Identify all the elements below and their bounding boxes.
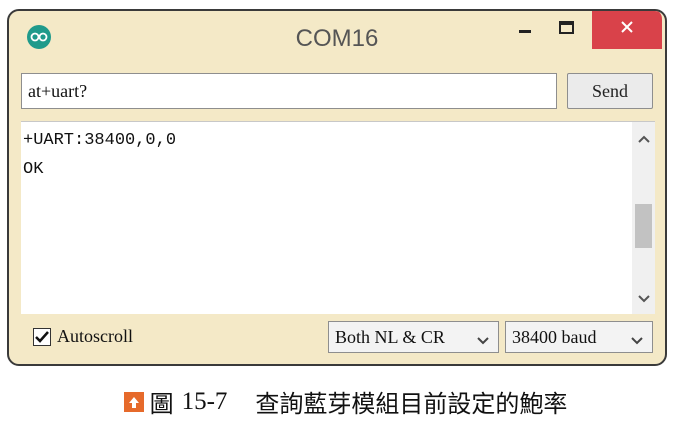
- send-button[interactable]: Send: [567, 73, 653, 109]
- line-ending-select[interactable]: Both NL & CR: [328, 321, 499, 353]
- autoscroll-label: Autoscroll: [57, 326, 133, 346]
- command-input[interactable]: [21, 73, 557, 109]
- vertical-scrollbar[interactable]: [632, 122, 655, 314]
- figure-caption: 圖 15-7 查詢藍芽模組目前設定的鮑率: [0, 384, 691, 419]
- chevron-down-icon: [637, 290, 650, 308]
- serial-output[interactable]: +UART:38400,0,0 OK: [21, 121, 655, 314]
- chevron-down-icon: [476, 331, 490, 345]
- scroll-up-button[interactable]: [632, 128, 655, 150]
- caption-label: 圖: [149, 390, 174, 418]
- baud-rate-select[interactable]: 38400 baud: [505, 321, 653, 353]
- maximize-icon: [559, 20, 575, 40]
- caption-text: 查詢藍芽模組目前設定的鮑率: [255, 390, 568, 418]
- command-row: Send: [21, 73, 655, 111]
- output-text: +UART:38400,0,0 OK: [23, 126, 176, 184]
- scroll-thumb[interactable]: [635, 204, 652, 248]
- chevron-up-icon: [637, 130, 650, 148]
- caption-number: 15-7: [181, 387, 228, 415]
- minimize-button[interactable]: [509, 13, 543, 47]
- autoscroll-checkbox[interactable]: [33, 327, 51, 346]
- serial-monitor-window: COM16 Send +UART:38400,0,0 OK: [7, 9, 667, 366]
- chevron-down-icon: [630, 331, 644, 345]
- close-icon: [620, 20, 634, 39]
- scroll-down-button[interactable]: [632, 288, 655, 310]
- close-button[interactable]: [592, 11, 662, 49]
- checkmark-icon: [35, 330, 49, 343]
- output-line: OK: [23, 160, 44, 179]
- footer-bar: Autoscroll Both NL & CR 38400 baud: [21, 318, 655, 358]
- maximize-button[interactable]: [547, 13, 587, 47]
- output-line: +UART:38400,0,0: [23, 131, 177, 150]
- line-ending-value: Both NL & CR: [335, 326, 445, 347]
- minimize-icon: [519, 21, 533, 39]
- autoscroll-toggle[interactable]: Autoscroll: [33, 326, 133, 347]
- arrow-up-icon: [123, 391, 144, 412]
- baud-rate-value: 38400 baud: [512, 326, 597, 347]
- title-bar[interactable]: COM16: [9, 11, 665, 66]
